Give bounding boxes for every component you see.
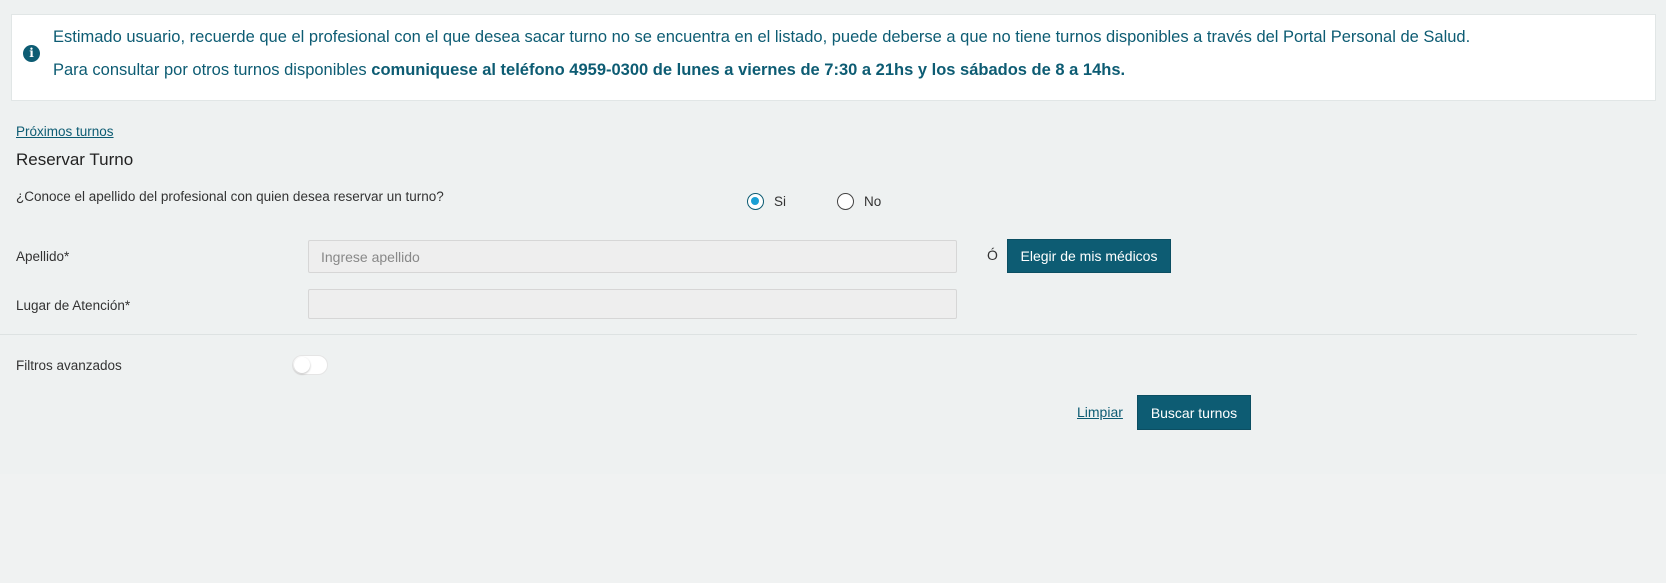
search-appointments-button[interactable]: Buscar turnos bbox=[1137, 395, 1251, 430]
apellido-input[interactable] bbox=[308, 240, 957, 273]
clear-link[interactable]: Limpiar bbox=[1077, 404, 1123, 420]
apellido-label: Apellido* bbox=[16, 249, 70, 264]
choose-my-doctors-button[interactable]: Elegir de mis médicos bbox=[1007, 239, 1171, 273]
page-title: Reservar Turno bbox=[16, 150, 134, 169]
radio-no-circle[interactable] bbox=[837, 193, 854, 210]
advanced-filters-toggle[interactable] bbox=[292, 355, 328, 375]
lugar-atencion-select[interactable] bbox=[308, 289, 957, 319]
alert-contact-message: Para consultar por otros turnos disponib… bbox=[53, 61, 1125, 80]
advanced-filters-label: Filtros avanzados bbox=[16, 358, 122, 373]
next-appointments-link[interactable]: Próximos turnos bbox=[16, 124, 114, 139]
lugar-atencion-label: Lugar de Atención* bbox=[16, 298, 131, 313]
page: i Estimado usuario, recuerde que el prof… bbox=[0, 0, 1666, 583]
radio-si-circle[interactable] bbox=[747, 193, 764, 210]
alert-contact-prefix: Para consultar por otros turnos disponib… bbox=[53, 61, 372, 79]
or-text: Ó bbox=[987, 247, 998, 263]
info-alert: i Estimado usuario, recuerde que el prof… bbox=[11, 14, 1656, 101]
radio-no[interactable]: No bbox=[837, 193, 881, 210]
radio-si-label: Si bbox=[774, 194, 787, 209]
know-surname-question: ¿Conoce el apellido del profesional con … bbox=[16, 189, 444, 204]
radio-si[interactable]: Si bbox=[747, 193, 786, 210]
alert-message: Estimado usuario, recuerde que el profes… bbox=[53, 28, 1471, 46]
divider bbox=[0, 334, 1637, 335]
toggle-knob bbox=[294, 357, 310, 373]
radio-no-label: No bbox=[864, 194, 882, 209]
alert-contact-details: comuniquese al teléfono 4959-0300 de lun… bbox=[371, 61, 1126, 79]
info-icon: i bbox=[23, 45, 40, 62]
footer-background bbox=[0, 474, 1666, 583]
